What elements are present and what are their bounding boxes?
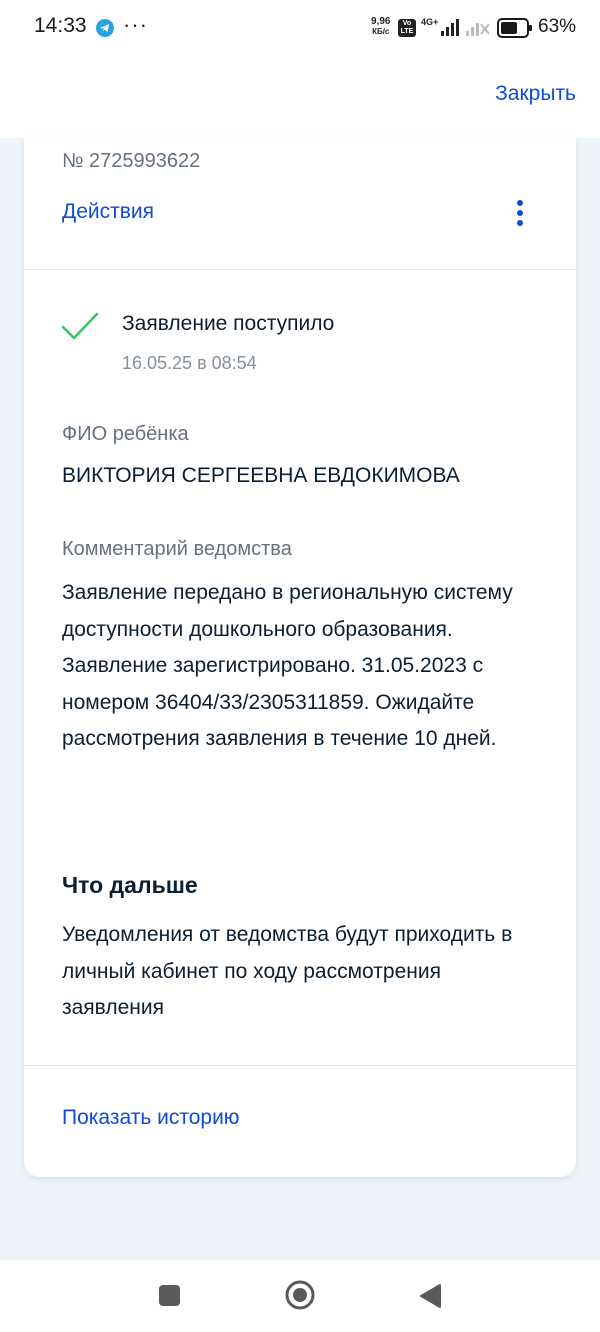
- signal-icon: 4G+: [421, 17, 459, 36]
- battery-icon: [497, 18, 532, 38]
- actions-link[interactable]: Действия: [62, 200, 154, 224]
- check-icon: [61, 312, 99, 340]
- recents-icon[interactable]: [159, 1285, 180, 1306]
- child-name-value: ВИКТОРИЯ СЕРГЕЕВНА ЕВДОКИМОВА: [62, 464, 460, 487]
- more-vert-icon[interactable]: [510, 200, 530, 230]
- telegram-icon: [96, 19, 114, 37]
- divider-bottom: [24, 1065, 576, 1066]
- network-speed-unit: КБ/с: [372, 27, 390, 36]
- status-title: Заявление поступило: [122, 312, 335, 335]
- signal-weak-icon: [466, 23, 490, 36]
- network-speed: 9,96 КБ/с: [371, 17, 390, 37]
- next-steps-text: Уведомления от ведомства будут приходить…: [62, 923, 513, 1019]
- comment-label: Комментарий ведомства: [62, 538, 292, 560]
- application-number: № 2725993622: [62, 150, 201, 172]
- svg-text:4G+: 4G+: [421, 17, 438, 27]
- network-speed-value: 9,96: [371, 16, 391, 27]
- status-time: 14:33: [34, 14, 87, 37]
- system-nav-bar: [0, 1260, 600, 1332]
- application-card: № 2725993622 Действия Заявление поступил…: [24, 138, 576, 1177]
- close-button[interactable]: Закрыть: [495, 82, 576, 106]
- status-bar: 14:33 ··· 9,96 КБ/с Vo LTE 4G+ 63%: [0, 0, 600, 56]
- app-header: Закрыть: [0, 56, 600, 138]
- status-more-dots: ···: [123, 12, 148, 37]
- show-history-link[interactable]: Показать историю: [62, 1106, 240, 1130]
- home-icon[interactable]: [284, 1279, 316, 1311]
- battery-percent: 63%: [538, 16, 577, 37]
- volte-badge: Vo LTE: [398, 19, 416, 37]
- child-name-label: ФИО ребёнка: [62, 423, 189, 445]
- comment-text: Заявление передано в региональную систем…: [62, 581, 513, 750]
- status-date: 16.05.25 в 08:54: [122, 353, 257, 373]
- back-icon[interactable]: [418, 1283, 442, 1309]
- divider-top: [24, 269, 576, 270]
- next-steps-heading: Что дальше: [62, 872, 198, 898]
